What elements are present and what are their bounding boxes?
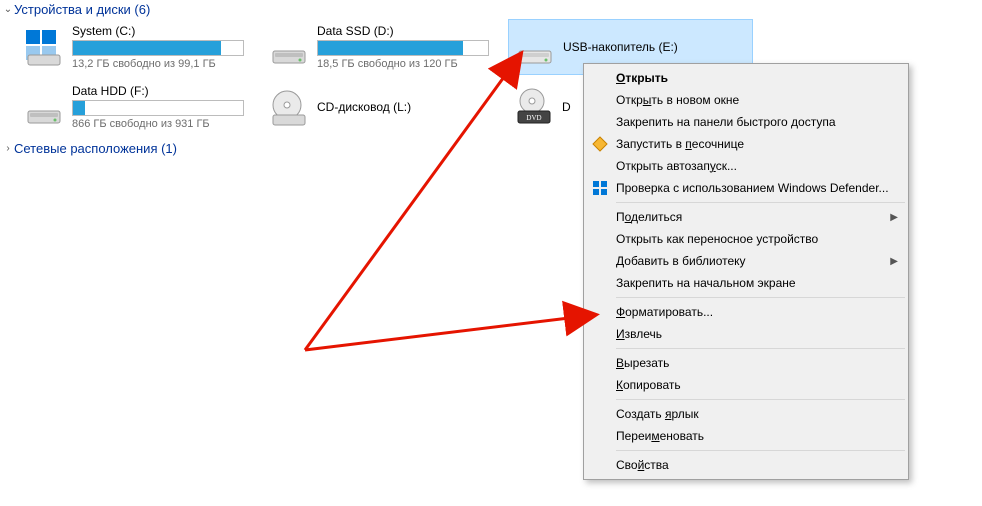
ctx-sandbox[interactable]: Запустить в песочнице [586,133,906,155]
ctx-separator [616,399,905,400]
ctx-open[interactable]: Открыть [586,67,906,89]
ctx-rename[interactable]: Переименовать [586,425,906,447]
submenu-arrow-icon: ▶ [890,212,898,223]
ctx-properties[interactable]: Свойства [586,454,906,476]
chevron-right-icon: › [2,143,14,154]
ctx-copy[interactable]: Копировать [586,374,906,396]
svg-text:DVD: DVD [526,114,541,122]
drive-c-sub: 13,2 ГБ свободно из 99,1 ГБ [72,58,259,70]
drive-dvd-icon: DVD [512,85,556,129]
drive-f-sub: 866 ГБ свободно из 931 ГБ [72,118,259,130]
ctx-share[interactable]: Поделиться ▶ [586,206,906,228]
ctx-autorun[interactable]: Открыть автозапуск... [586,155,906,177]
ctx-portable[interactable]: Открыть как переносное устройство [586,228,906,250]
section-label-devices: Устройства и диски (6) [14,2,150,17]
drive-f[interactable]: Data HDD (F:) 866 ГБ свободно из 931 ГБ [18,79,263,135]
ctx-library[interactable]: Добавить в библиотеку ▶ [586,250,906,272]
ctx-separator [616,202,905,203]
chevron-down-icon: ⌄ [2,4,14,15]
drive-f-name: Data HDD (F:) [72,84,259,98]
ctx-shortcut[interactable]: Создать ярлык [586,403,906,425]
drive-d-name: Data SSD (D:) [317,24,504,38]
drive-cd-icon [267,85,311,129]
ctx-separator [616,450,905,451]
drive-f-usage-bar [72,100,244,116]
ctx-separator [616,297,905,298]
drive-hdd-icon [22,85,66,129]
drive-hdd-icon [267,25,311,69]
ctx-pin-start[interactable]: Закрепить на начальном экране [586,272,906,294]
ctx-eject[interactable]: Извлечь [586,323,906,345]
drive-c[interactable]: System (C:) 13,2 ГБ свободно из 99,1 ГБ [18,19,263,75]
drive-hdd-icon [22,25,66,69]
drive-d[interactable]: Data SSD (D:) 18,5 ГБ свободно из 120 ГБ [263,19,508,75]
drive-d-sub: 18,5 ГБ свободно из 120 ГБ [317,58,504,70]
drive-c-name: System (C:) [72,24,259,38]
ctx-format[interactable]: Форматировать... [586,301,906,323]
defender-icon [590,178,610,198]
drive-l[interactable]: CD-дисковод (L:) [263,79,508,135]
context-menu: Открыть Открыть в новом окне Закрепить н… [583,63,909,480]
section-header-devices[interactable]: ⌄ Устройства и диски (6) [0,0,982,19]
submenu-arrow-icon: ▶ [890,256,898,267]
ctx-pin-quick[interactable]: Закрепить на панели быстрого доступа [586,111,906,133]
ctx-separator [616,348,905,349]
ctx-cut[interactable]: Вырезать [586,352,906,374]
drive-e-name: USB-накопитель (E:) [563,40,748,54]
drive-c-usage-bar [72,40,244,56]
drive-d-usage-bar [317,40,489,56]
ctx-defender[interactable]: Проверка с использованием Windows Defend… [586,177,906,199]
drive-usb-icon [513,25,557,69]
drive-l-name: CD-дисковод (L:) [317,100,504,114]
section-label-network: Сетевые расположения (1) [14,141,177,156]
ctx-open-new-window[interactable]: Открыть в новом окне [586,89,906,111]
sandbox-icon [590,134,610,154]
